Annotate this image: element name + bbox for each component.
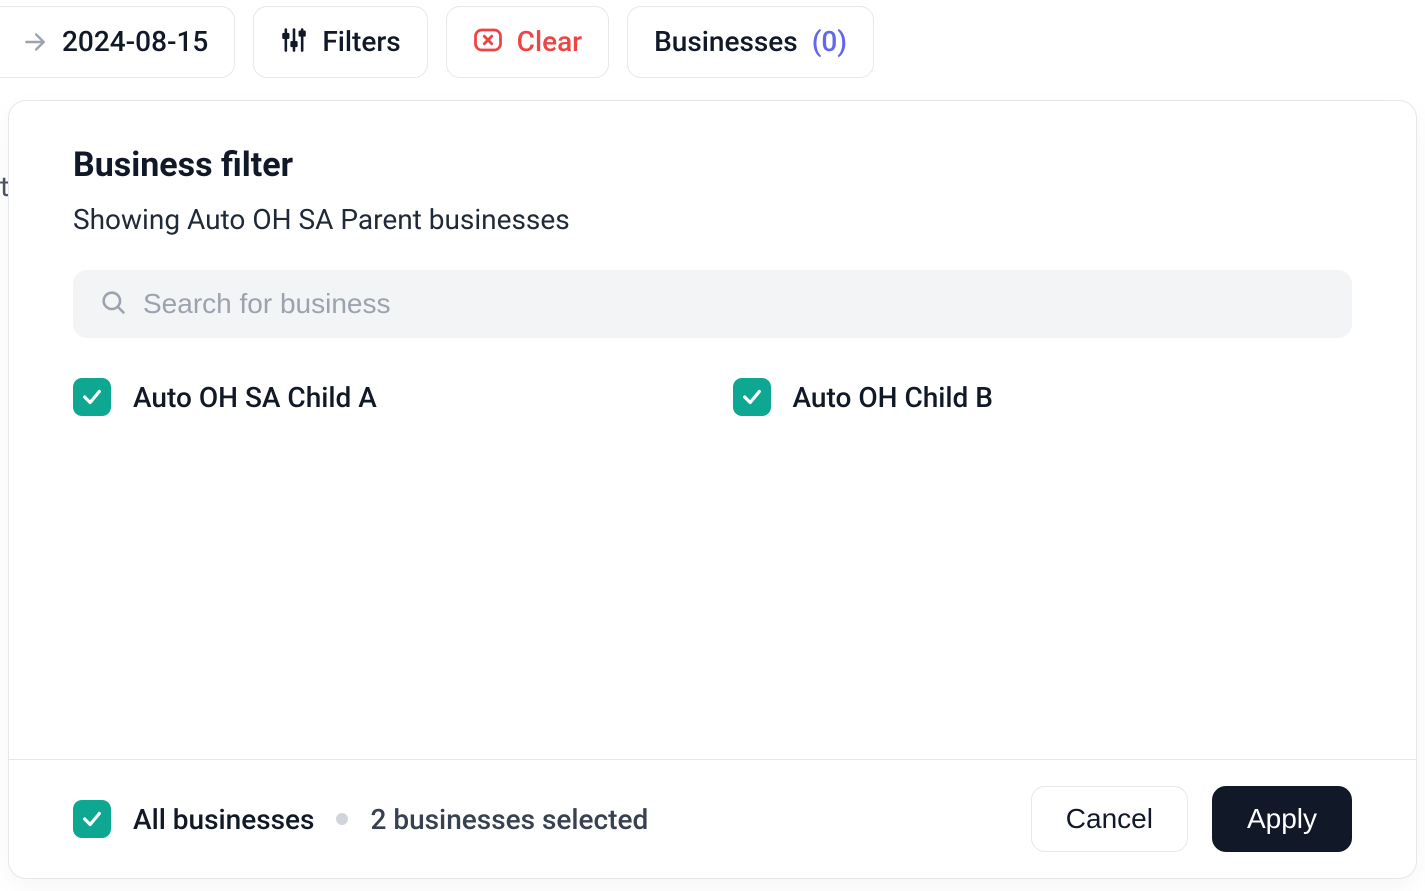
- businesses-button[interactable]: Businesses (0): [627, 6, 874, 78]
- checkbox-checked[interactable]: [733, 378, 771, 416]
- clear-button[interactable]: Clear: [446, 6, 609, 78]
- apply-button[interactable]: Apply: [1212, 786, 1352, 852]
- business-item[interactable]: Auto OH SA Child A: [73, 378, 693, 416]
- clear-label: Clear: [517, 28, 582, 56]
- businesses-count: (0): [812, 28, 847, 56]
- business-list: Auto OH SA Child A Auto OH Child B: [73, 378, 1352, 416]
- businesses-label: Businesses: [654, 28, 798, 56]
- cancel-button[interactable]: Cancel: [1031, 786, 1188, 852]
- footer-right: Cancel Apply: [1031, 786, 1352, 852]
- business-label: Auto OH Child B: [793, 381, 993, 414]
- sliders-icon: [280, 26, 308, 59]
- business-label: Auto OH SA Child A: [133, 381, 377, 414]
- toolbar: 2024-08-15 Filters Clear Businesses (0): [0, 0, 1425, 84]
- all-businesses-label: All businesses: [133, 803, 314, 836]
- search-container[interactable]: [73, 270, 1352, 338]
- all-businesses-checkbox[interactable]: [73, 800, 111, 838]
- footer-left: All businesses 2 businesses selected: [73, 800, 648, 838]
- date-value: 2024-08-15: [62, 28, 208, 56]
- modal-subtitle: Showing Auto OH SA Parent businesses: [73, 203, 1352, 236]
- selected-count-text: 2 businesses selected: [370, 803, 648, 836]
- business-item[interactable]: Auto OH Child B: [733, 378, 1353, 416]
- arrow-right-icon: [22, 29, 48, 55]
- checkbox-checked[interactable]: [73, 378, 111, 416]
- date-pill[interactable]: 2024-08-15: [0, 6, 235, 78]
- search-input[interactable]: [143, 288, 1326, 320]
- modal-title: Business filter: [73, 145, 1352, 185]
- clear-icon: [473, 25, 503, 60]
- modal-footer: All businesses 2 businesses selected Can…: [9, 759, 1416, 878]
- filters-button[interactable]: Filters: [253, 6, 427, 78]
- search-icon: [99, 288, 127, 320]
- separator-dot-icon: [336, 813, 348, 825]
- business-filter-modal: Business filter Showing Auto OH SA Paren…: [8, 100, 1417, 879]
- filters-label: Filters: [322, 28, 400, 56]
- modal-body: Business filter Showing Auto OH SA Paren…: [9, 101, 1416, 759]
